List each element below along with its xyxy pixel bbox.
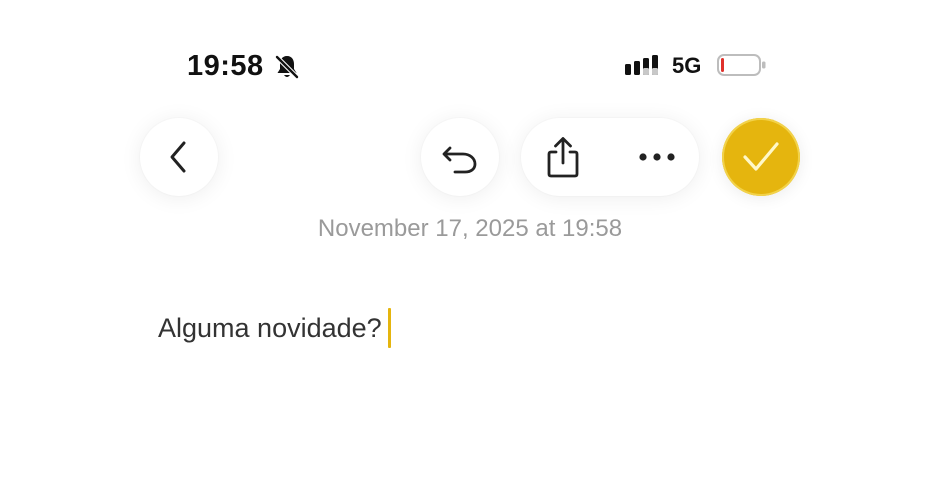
notes-editor-screen: 19:58 5G November 17, 2025 at 19:58 Algu… <box>0 0 940 500</box>
undo-button[interactable] <box>421 118 499 196</box>
text-cursor <box>387 308 391 348</box>
cellular-signal-icon <box>625 55 658 75</box>
note-toolbar <box>0 118 940 198</box>
status-bar: 19:58 5G <box>0 44 940 88</box>
battery-low-icon <box>717 54 766 76</box>
status-time: 19:58 <box>187 50 264 82</box>
note-date-label: November 17, 2025 at 19:58 <box>317 215 623 242</box>
checkmark-icon <box>743 142 779 171</box>
undo-icon <box>442 146 477 174</box>
bell-slash-icon <box>274 54 300 80</box>
more-options-button[interactable] <box>615 118 699 196</box>
chevron-left-icon <box>170 141 186 173</box>
network-type-label: 5G <box>672 53 702 78</box>
note-body-text[interactable]: Alguma novidade? <box>158 313 382 344</box>
actions-pill <box>521 118 699 196</box>
more-horizontal-icon <box>639 153 675 161</box>
share-button[interactable] <box>521 118 605 196</box>
back-button[interactable] <box>140 118 218 196</box>
done-button[interactable] <box>722 118 800 196</box>
share-icon <box>547 137 579 178</box>
note-editor[interactable]: Alguma novidade? <box>158 308 391 348</box>
